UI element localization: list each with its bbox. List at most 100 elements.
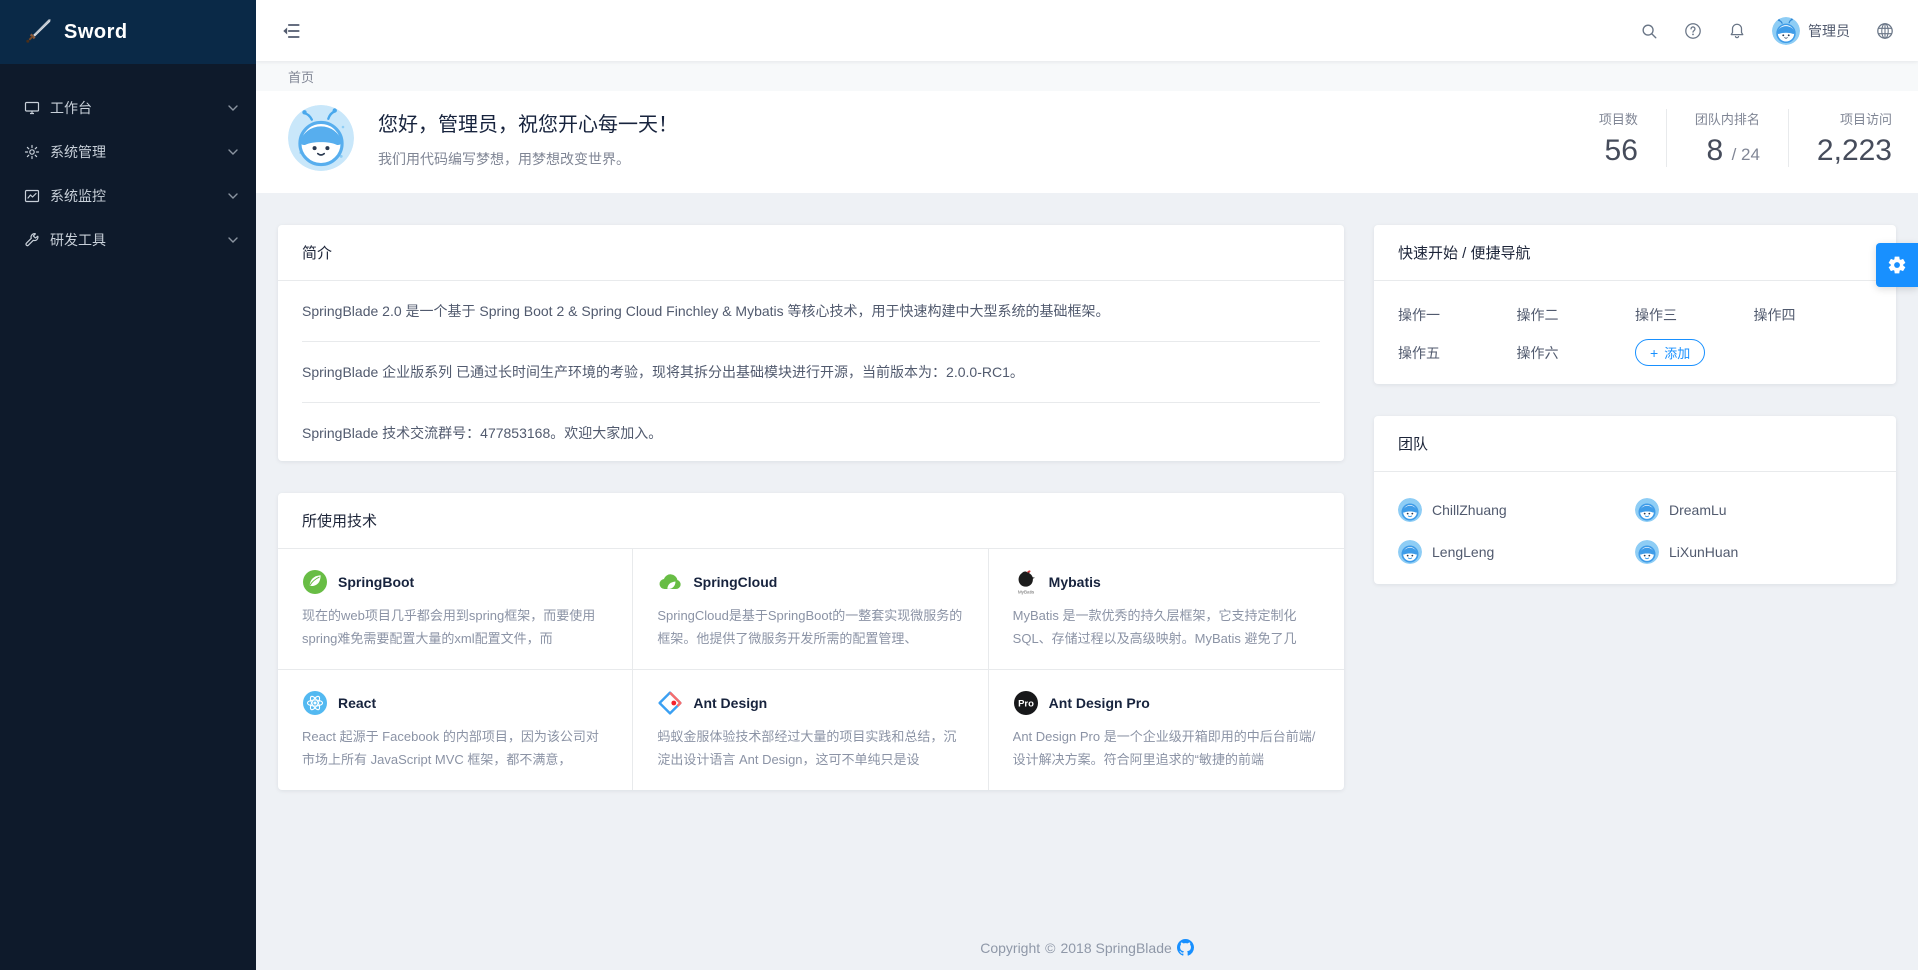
add-button-wrap: + 添加 [1635,339,1754,366]
quick-link[interactable]: 操作三 [1635,305,1754,325]
stat-label: 团队内排名 [1695,109,1760,128]
stat-visits: 项目访问 2,223 [1788,109,1896,167]
stat-suffix: / 24 [1732,145,1760,164]
greeting-avatar [288,105,354,171]
user-name: 管理员 [1808,21,1850,41]
quick-start-card: 快速开始 / 便捷导航 操作一 操作二 操作三 操作四 操作五 操作六 [1374,225,1896,384]
intro-card-title: 简介 [278,225,1344,281]
ant-design-pro-icon: Pro [1013,690,1039,716]
settings-button[interactable] [1876,243,1918,287]
team-member[interactable]: LiXunHuan [1635,540,1872,564]
team-card-title: 团队 [1374,416,1896,472]
sidebar-menu: 工作台 系统管理 系统监控 [0,64,256,262]
stat-value: 2,223 [1817,134,1892,167]
greeting-title: 您好，管理员，祝您开心每一天！ [378,108,678,137]
sidebar-item-system-admin[interactable]: 系统管理 [0,130,256,174]
greeting-text: 您好，管理员，祝您开心每一天！ 我们用代码编写梦想，用梦想改变世界。 [378,108,678,169]
add-button[interactable]: + 添加 [1635,339,1705,366]
tech-card-mybatis: MyBatis Mybatis MyBatis 是一款优秀的持久层框架，它支持定… [989,549,1344,670]
react-icon [302,690,328,716]
collapse-menu-icon[interactable] [280,18,306,44]
breadcrumb-home[interactable]: 首页 [288,67,314,86]
sidebar-item-dev-tools[interactable]: 研发工具 [0,218,256,262]
chevron-down-icon [228,103,238,113]
add-button-label: 添加 [1664,343,1690,362]
user-avatar [1772,17,1800,45]
team-member[interactable]: LengLeng [1398,540,1635,564]
tech-desc: Ant Design Pro 是一个企业级开箱即用的中后台前端/设计解决方案。符… [1013,726,1320,772]
tech-name: Ant Design [693,695,767,711]
springboot-icon [302,569,328,595]
sidebar-item-label: 研发工具 [50,230,228,250]
tech-card-springcloud: SpringCloud SpringCloud是基于SpringBoot的一整套… [633,549,988,670]
tech-name: Ant Design Pro [1049,695,1150,711]
wrench-icon [24,232,40,248]
search-icon[interactable] [1640,22,1658,40]
app-root: Sword 工作台 系统管理 [0,0,1918,970]
tech-name: SpringBoot [338,574,414,590]
quick-link[interactable]: 操作六 [1517,343,1636,363]
footer-text: 2018 SpringBlade [1060,940,1171,956]
right-column: 快速开始 / 便捷导航 操作一 操作二 操作三 操作四 操作五 操作六 [1374,225,1896,790]
gear-icon [24,144,40,160]
footer-copyright: Copyright [980,940,1040,956]
svg-text:Pro: Pro [1018,699,1034,710]
topbar: 管理员 [256,0,1918,61]
quick-links: 操作一 操作二 操作三 操作四 操作五 操作六 + 添加 [1374,281,1896,384]
greeting-subtitle: 我们用代码编写梦想，用梦想改变世界。 [378,149,678,169]
member-avatar [1635,498,1659,522]
chevron-down-icon [228,147,238,157]
springcloud-icon [657,569,683,595]
copyright-icon: © [1045,940,1055,956]
monitor-icon [24,100,40,116]
topbar-actions: 管理员 [1640,17,1894,45]
stat-team-rank: 团队内排名 8 / 24 [1666,109,1788,167]
tech-card: 所使用技术 SpringBoot 现在的web项目几乎都会用到spring框架，… [278,493,1344,790]
globe-icon[interactable] [1876,22,1894,40]
tech-card-ant-design-pro: Pro Ant Design Pro Ant Design Pro 是一个企业级… [989,670,1344,790]
stat-projects: 项目数 56 [1571,109,1666,167]
quick-link[interactable]: 操作五 [1398,343,1517,363]
plus-icon: + [1650,346,1658,360]
sidebar: Sword 工作台 系统管理 [0,0,256,970]
sidebar-item-label: 系统管理 [50,142,228,162]
tech-card-title: 所使用技术 [278,493,1344,549]
intro-line: SpringBlade 技术交流群号：477853168。欢迎大家加入。 [302,403,1320,461]
logo[interactable]: Sword [0,0,256,64]
team-member[interactable]: DreamLu [1635,498,1872,522]
svg-text:MyBatis: MyBatis [1017,590,1034,595]
sidebar-item-system-monitor[interactable]: 系统监控 [0,174,256,218]
team-card: 团队 ChillZhuang DreamLu [1374,416,1896,584]
member-name: LiXunHuan [1669,544,1738,560]
quick-link[interactable]: 操作一 [1398,305,1517,325]
stat-value: 8 / 24 [1695,134,1760,167]
team-member[interactable]: ChillZhuang [1398,498,1635,522]
member-name: DreamLu [1669,502,1727,518]
member-name: ChillZhuang [1432,502,1507,518]
tech-card-react: React React 起源于 Facebook 的内部项目，因为该公司对市场上… [278,670,633,790]
member-avatar [1635,540,1659,564]
main-page: 管理员 首页 您好，管理员，祝您开心每一天！ 我们用代码编写梦想，用梦想改变世界… [256,0,1918,970]
breadcrumb: 首页 [256,61,1918,91]
tech-name: SpringCloud [693,574,777,590]
quick-start-title: 快速开始 / 便捷导航 [1374,225,1896,281]
footer: Copyright © 2018 SpringBlade [256,939,1918,956]
help-icon[interactable] [1684,22,1702,40]
stat-value: 56 [1599,134,1638,167]
sidebar-item-label: 系统监控 [50,186,228,206]
stat-label: 项目数 [1599,109,1638,128]
stat-label: 项目访问 [1817,109,1892,128]
tech-desc: MyBatis 是一款优秀的持久层框架，它支持定制化 SQL、存储过程以及高级映… [1013,605,1320,651]
bell-icon[interactable] [1728,22,1746,40]
quick-link[interactable]: 操作二 [1517,305,1636,325]
sidebar-item-workbench[interactable]: 工作台 [0,86,256,130]
member-name: LengLeng [1432,544,1494,560]
user-menu[interactable]: 管理员 [1772,17,1850,45]
sidebar-item-label: 工作台 [50,98,228,118]
chevron-down-icon [228,191,238,201]
github-icon[interactable] [1177,939,1194,956]
quick-link[interactable]: 操作四 [1754,305,1873,325]
tech-desc: SpringCloud是基于SpringBoot的一整套实现微服务的框架。他提供… [657,605,963,651]
team-members: ChillZhuang DreamLu LengLe [1374,472,1896,584]
intro-line: SpringBlade 企业版系列 已通过长时间生产环境的考验，现将其拆分出基础… [302,342,1320,403]
